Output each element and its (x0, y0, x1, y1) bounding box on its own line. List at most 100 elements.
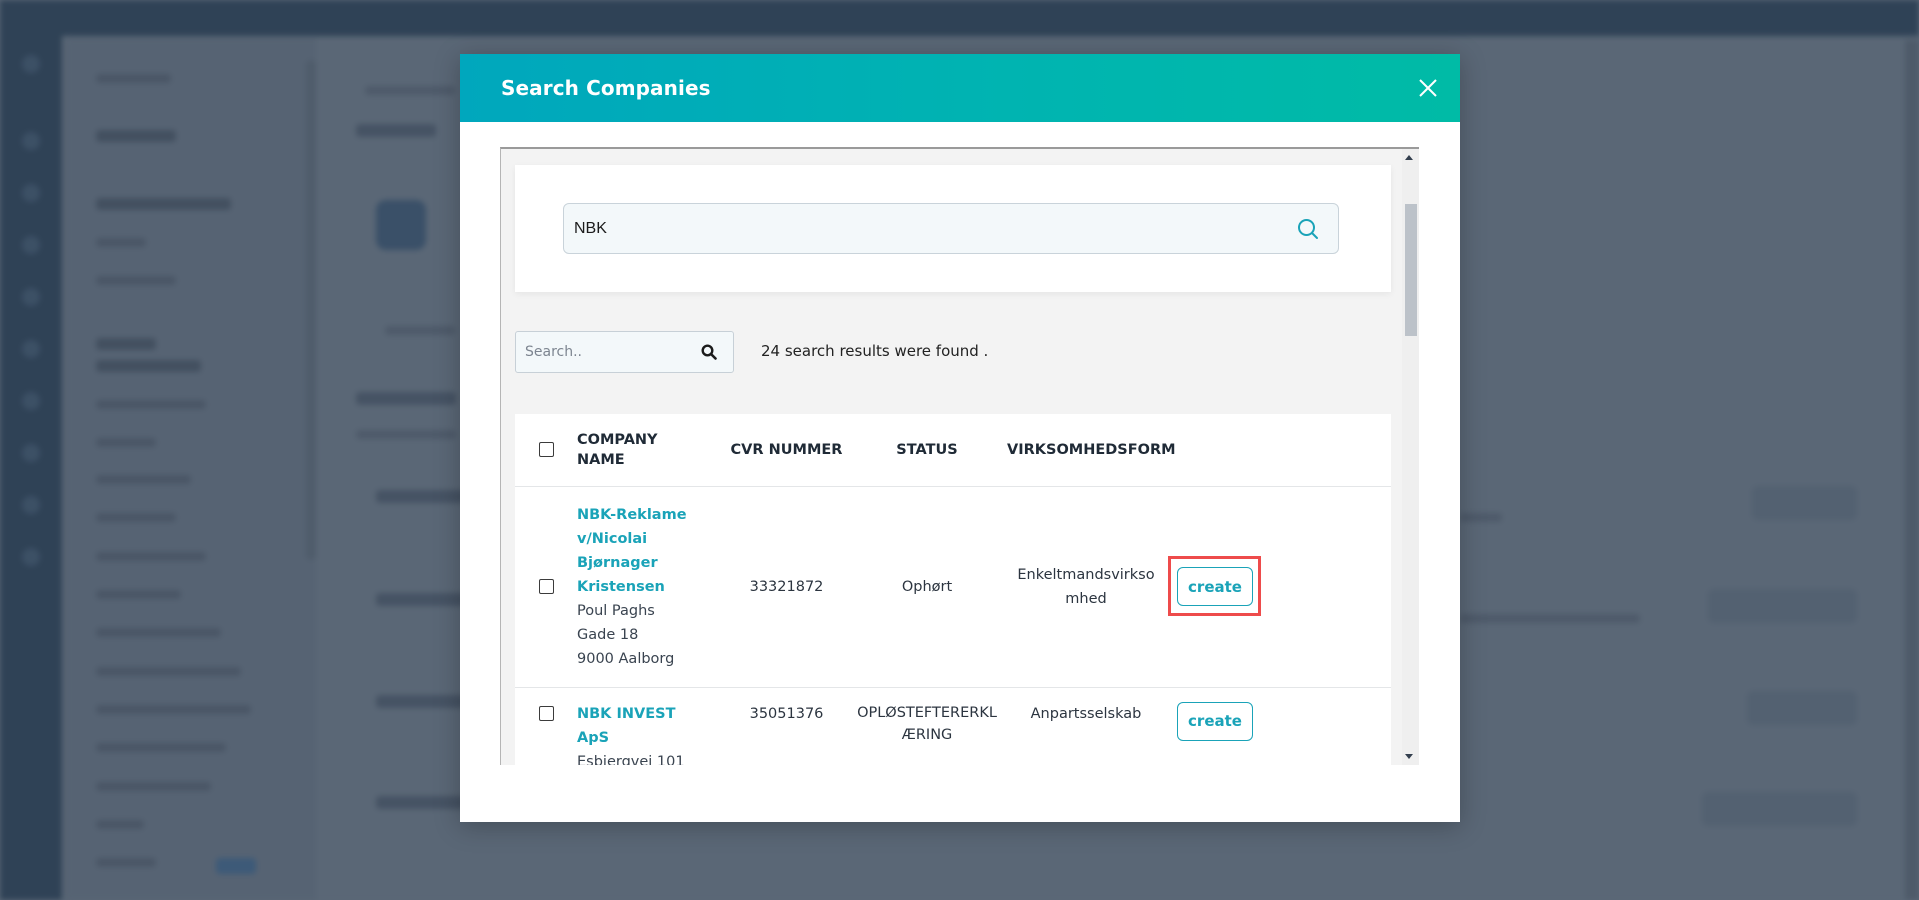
results-scroll-container[interactable]: 24 search results were found . COMPANY N… (500, 147, 1419, 765)
company-name-line: ApS (577, 729, 610, 746)
rail-icon (22, 132, 40, 150)
sidebar-line (96, 820, 144, 829)
sidebar-line (96, 743, 226, 752)
rail-icon (22, 236, 40, 254)
create-button[interactable]: create (1177, 701, 1253, 741)
scroll-thumb[interactable] (1405, 204, 1417, 336)
company-name-link[interactable]: NBK INVEST ApS (577, 702, 726, 750)
results-filter-input[interactable] (525, 332, 695, 372)
row-checkbox[interactable] (538, 579, 554, 594)
select-all-cell (515, 414, 577, 487)
bg-text (1460, 513, 1502, 522)
modal-title: Search Companies (501, 76, 711, 100)
page-title-placeholder (356, 124, 436, 137)
close-button[interactable] (1416, 76, 1440, 100)
section-title-placeholder (356, 392, 456, 405)
section-desc-placeholder (356, 430, 456, 439)
address-line: Poul Paghs (577, 602, 655, 619)
bg-button (1752, 486, 1857, 520)
table-row: NBK INVEST ApS Esbjergvej 101 35051376 O… (515, 687, 1391, 765)
breadcrumb-placeholder (365, 86, 455, 95)
virksomhedsform-cell: Enkeltmandsvirksomhed (1007, 486, 1165, 688)
sidebar-line (96, 130, 176, 142)
row-select-cell (515, 486, 577, 688)
results-filter-row: 24 search results were found . (515, 331, 1391, 373)
results-scrollbar[interactable] (1402, 149, 1419, 765)
setting-title-placeholder (376, 695, 466, 708)
results-filter-field[interactable] (515, 331, 734, 373)
sidebar-line (96, 628, 221, 637)
sidebar-line (96, 198, 231, 210)
action-cell: create (1165, 486, 1391, 688)
sidebar-line (96, 782, 211, 791)
sidebar-line (96, 590, 181, 599)
sidebar-line (96, 438, 156, 447)
setting-title-placeholder (376, 490, 466, 503)
close-x-icon (1419, 79, 1437, 97)
settings-sidebar (66, 38, 316, 900)
status-text: OPLØSTEFTERERKLÆRING (857, 704, 997, 743)
row-select-cell (515, 687, 577, 765)
address-line: 9000 Aalborg (577, 650, 675, 667)
create-button-wrapper: create (1177, 701, 1253, 741)
address-line: Gade 18 (577, 626, 639, 643)
column-header-action (1165, 414, 1391, 487)
row-checkbox[interactable] (538, 706, 554, 721)
rail-icon (22, 184, 40, 202)
column-header-virksomhedsform[interactable]: VIRKSOMHEDSFORM (1007, 414, 1176, 487)
sidebar-line (96, 338, 156, 350)
status-cell: Ophørt (847, 486, 1007, 688)
column-header-company-name[interactable]: COMPANY NAME (577, 414, 726, 487)
sidebar-line (96, 858, 156, 867)
action-cell: create (1165, 687, 1391, 765)
virksomhedsform-text: Enkeltmandsvirksomhed (1017, 566, 1155, 607)
search-icon[interactable] (701, 344, 717, 364)
sidebar-line (96, 513, 176, 522)
rail-icon (22, 496, 40, 514)
top-navigation-bar (0, 0, 1919, 36)
table-header-row: COMPANY NAME CVR NUMMER STATUS VIRKSOMHE… (515, 414, 1391, 487)
company-name-cell: NBK INVEST ApS Esbjergvej 101 (577, 687, 726, 765)
rail-icon (22, 392, 40, 410)
company-avatar (376, 200, 426, 250)
company-search-field[interactable] (563, 203, 1339, 254)
sidebar-line (96, 360, 201, 372)
company-search-input[interactable] (574, 204, 1264, 253)
result-count-text: 24 search results were found . (761, 342, 989, 360)
rail-icon (22, 288, 40, 306)
scroll-up-arrow-icon[interactable] (1405, 155, 1413, 160)
sidebar-line (96, 74, 171, 83)
column-header-status[interactable]: STATUS (847, 414, 1007, 487)
bg-button (1747, 691, 1857, 725)
select-all-checkbox[interactable] (538, 442, 554, 458)
sidebar-line (96, 667, 241, 676)
sidebar-line (96, 475, 191, 484)
sidebar-line (96, 276, 176, 285)
sidebar-badge (216, 858, 256, 874)
results-table: COMPANY NAME CVR NUMMER STATUS VIRKSOMHE… (515, 414, 1391, 765)
search-icon[interactable] (1296, 217, 1320, 245)
cvr-cell: 33321872 (726, 486, 847, 688)
rail-icon (22, 444, 40, 462)
cvr-cell: 35051376 (726, 687, 847, 765)
table-row: NBK-Reklame v/Nicolai Bjørnager Kristens… (515, 486, 1391, 688)
sidebar-line (96, 238, 146, 247)
company-name-cell: NBK-Reklame v/Nicolai Bjørnager Kristens… (577, 486, 726, 688)
icon-rail (0, 0, 62, 900)
sidebar-line (96, 705, 251, 714)
address-line: Esbjergvej 101 (577, 753, 685, 766)
company-name-link[interactable]: NBK-Reklame v/Nicolai Bjørnager Kristens… (577, 503, 726, 599)
company-search-card (515, 165, 1391, 292)
rail-icon (22, 340, 40, 358)
create-button[interactable]: create (1177, 567, 1253, 606)
scroll-down-arrow-icon[interactable] (1405, 754, 1413, 759)
results-table-card: COMPANY NAME CVR NUMMER STATUS VIRKSOMHE… (515, 414, 1391, 765)
setting-title-placeholder (376, 593, 466, 606)
company-name-line: v/Nicolai (577, 530, 648, 547)
setting-title-placeholder (376, 796, 466, 809)
company-name-line: NBK-Reklame (577, 506, 687, 523)
bg-button (1702, 792, 1857, 826)
company-name-line: Kristensen (577, 578, 665, 595)
column-header-cvr[interactable]: CVR NUMMER (726, 414, 847, 487)
tab-placeholder (385, 326, 455, 335)
